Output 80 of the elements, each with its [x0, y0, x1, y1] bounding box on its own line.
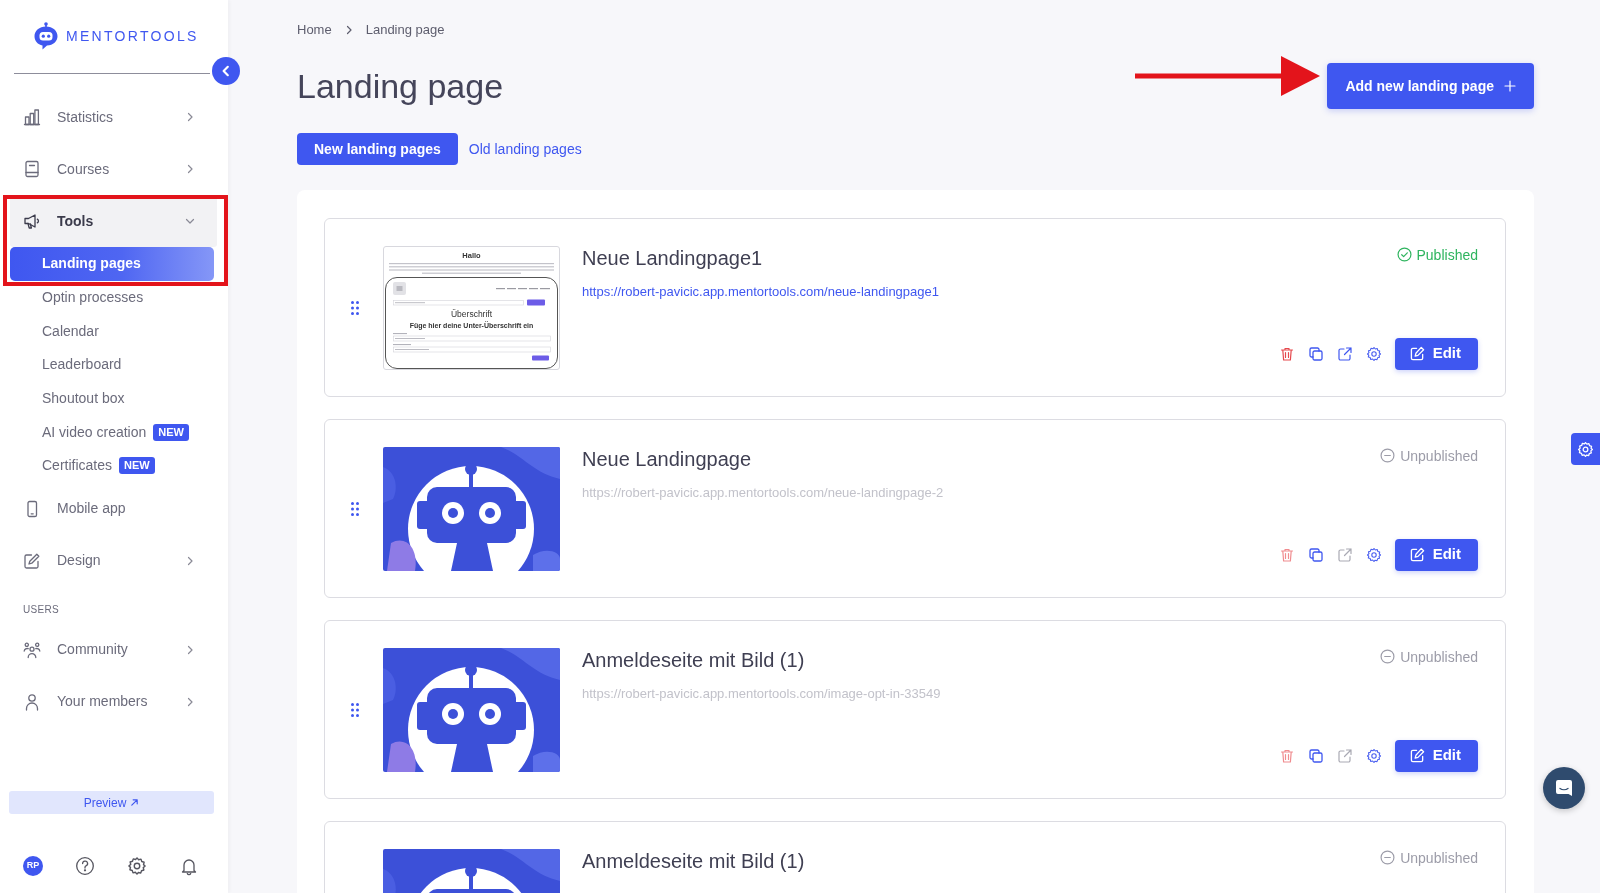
- landing-page-title: Neue Landingpage1: [582, 245, 763, 270]
- status-text: Unpublished: [1400, 848, 1478, 867]
- person-icon: [23, 692, 41, 711]
- nav-item[interactable]: Mobile app: [10, 482, 217, 535]
- nav-subitem[interactable]: Certificates NEW: [10, 455, 214, 476]
- preview-button[interactable]: Preview: [9, 791, 214, 814]
- minus-circle-icon: [1380, 850, 1396, 865]
- edit-button[interactable]: Edit: [1394, 337, 1478, 370]
- nav-item[interactable]: Courses: [10, 143, 217, 195]
- copy-icon[interactable]: [1307, 345, 1324, 362]
- nav-subitem[interactable]: Leaderboard: [10, 354, 214, 375]
- drag-handle-icon[interactable]: [351, 300, 359, 315]
- chevron-right-icon: [185, 644, 195, 655]
- chat-button[interactable]: [1543, 767, 1585, 809]
- settings-icon[interactable]: [1365, 345, 1382, 362]
- tab[interactable]: Old landing pages: [457, 133, 593, 165]
- copy-icon[interactable]: [1307, 546, 1324, 563]
- settings-tab[interactable]: [1571, 433, 1600, 465]
- landing-page-title: Anmeldeseite mit Bild (1): [582, 848, 805, 873]
- people-icon: [23, 640, 41, 659]
- book-icon: [23, 160, 41, 178]
- settings-icon[interactable]: [1365, 546, 1382, 563]
- chevron-down-icon: [185, 216, 195, 226]
- chevron-right-icon: [185, 164, 195, 174]
- landing-page-title: Neue Landingpage: [582, 446, 752, 471]
- pencil-square-icon: [23, 551, 41, 570]
- breadcrumb-link[interactable]: Home: [297, 20, 332, 40]
- nav-subitem[interactable]: AI video creation NEW: [10, 422, 214, 443]
- landing-page-url[interactable]: https://robert-pavicic.app.mentortools.com/neue-landingpage1: [582, 283, 939, 300]
- plus-icon: [1504, 80, 1516, 92]
- chevron-left-icon: [220, 65, 232, 77]
- new-badge: NEW: [119, 457, 155, 475]
- settings-icon[interactable]: [127, 856, 147, 876]
- chevron-right-icon: [185, 555, 195, 566]
- minus-circle-icon: [1380, 649, 1396, 664]
- minus-circle-icon: [1380, 448, 1396, 463]
- nav-subitem[interactable]: Calendar: [10, 321, 214, 342]
- tab[interactable]: New landing pages: [297, 133, 458, 165]
- pencil-square-icon: [1409, 346, 1425, 361]
- chevron-right-icon: [185, 112, 195, 122]
- new-badge: NEW: [153, 423, 189, 441]
- edit-button[interactable]: Edit: [1394, 739, 1478, 772]
- drag-handle-icon[interactable]: [351, 501, 359, 516]
- preview-headline: Überschrift: [450, 308, 493, 319]
- collapse-button[interactable]: [212, 57, 240, 85]
- status-text: Unpublished: [1400, 647, 1478, 666]
- help-icon[interactable]: [75, 856, 95, 876]
- user-avatar[interactable]: RP: [23, 856, 43, 876]
- status-text: Published: [1416, 245, 1478, 264]
- breadcrumb-current: Landing page: [365, 21, 445, 39]
- nav-item[interactable]: Design: [10, 534, 217, 587]
- nav-subitem[interactable]: Optin processes: [10, 287, 214, 308]
- chevron-right-icon: [185, 696, 195, 707]
- drag-handle-icon[interactable]: [351, 702, 359, 717]
- arrow-up-right-icon: [130, 798, 140, 807]
- nav-subitem[interactable]: Landing pages: [10, 247, 214, 281]
- bar-chart-icon: [23, 108, 41, 126]
- nav-item[interactable]: Community: [10, 623, 217, 676]
- check-circle-icon: [1396, 247, 1412, 262]
- bell-icon[interactable]: [179, 856, 199, 876]
- logo-text: MENTORTOOLS: [66, 26, 199, 46]
- section-heading: USERS: [23, 603, 59, 616]
- settings-icon[interactable]: [1365, 747, 1382, 764]
- landing-page-title: Anmeldeseite mit Bild (1): [582, 647, 805, 672]
- robot-chat-bubble-icon: [33, 22, 59, 50]
- add-landing-page-button[interactable]: Add new landing page: [1327, 63, 1534, 109]
- page-title: Landing page: [297, 65, 505, 107]
- external-link-icon[interactable]: [1336, 345, 1353, 362]
- pencil-square-icon: [1409, 748, 1425, 763]
- settings-icon: [1577, 440, 1594, 458]
- nav-subitem[interactable]: Shoutout box: [10, 388, 214, 409]
- chat-icon: [1553, 777, 1575, 799]
- nav-item[interactable]: Statistics: [10, 91, 217, 143]
- pencil-square-icon: [1409, 547, 1425, 562]
- copy-icon[interactable]: [1307, 747, 1324, 764]
- megaphone-icon: [23, 212, 41, 230]
- status-text: Unpublished: [1400, 446, 1478, 465]
- trash-icon[interactable]: [1278, 345, 1295, 362]
- nav-item[interactable]: Your members: [10, 675, 217, 728]
- edit-button[interactable]: Edit: [1394, 538, 1478, 571]
